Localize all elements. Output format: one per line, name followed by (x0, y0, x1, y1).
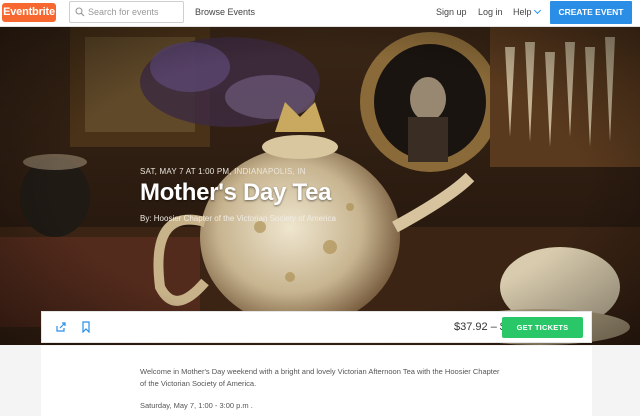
search-icon (75, 7, 85, 17)
top-nav: Eventbrite Browse Events Sign up Log in … (0, 0, 640, 27)
event-description-card: Welcome in Mother's Day weekend with a b… (41, 346, 592, 416)
help-menu[interactable]: Help (513, 6, 541, 17)
event-title: Mother's Day Tea (140, 179, 332, 206)
hero-banner: SAT, MAY 7 AT 1:00 PM, INDIANAPOLIS, IN … (0, 27, 640, 345)
chevron-down-icon (533, 6, 541, 15)
eventbrite-logo[interactable]: Eventbrite (2, 3, 56, 22)
signup-link[interactable]: Sign up (436, 7, 467, 17)
browse-events-link[interactable]: Browse Events (195, 7, 255, 17)
ticket-bar: $37.92 – $43.19 GET TICKETS (41, 311, 592, 343)
event-organizer[interactable]: By: Hoosier Chapter of the Victorian Soc… (140, 214, 336, 223)
event-datetime-location: SAT, MAY 7 AT 1:00 PM, INDIANAPOLIS, IN (140, 167, 306, 176)
search-input[interactable] (88, 5, 180, 19)
event-description: Welcome in Mother's Day weekend with a b… (140, 367, 500, 388)
search-box[interactable] (69, 1, 184, 23)
create-event-button[interactable]: CREATE EVENT (550, 1, 632, 24)
login-link[interactable]: Log in (478, 7, 503, 17)
get-tickets-button[interactable]: GET TICKETS (502, 317, 583, 338)
share-icon[interactable] (55, 321, 67, 333)
bookmark-icon[interactable] (81, 321, 91, 333)
help-label: Help (513, 7, 532, 17)
